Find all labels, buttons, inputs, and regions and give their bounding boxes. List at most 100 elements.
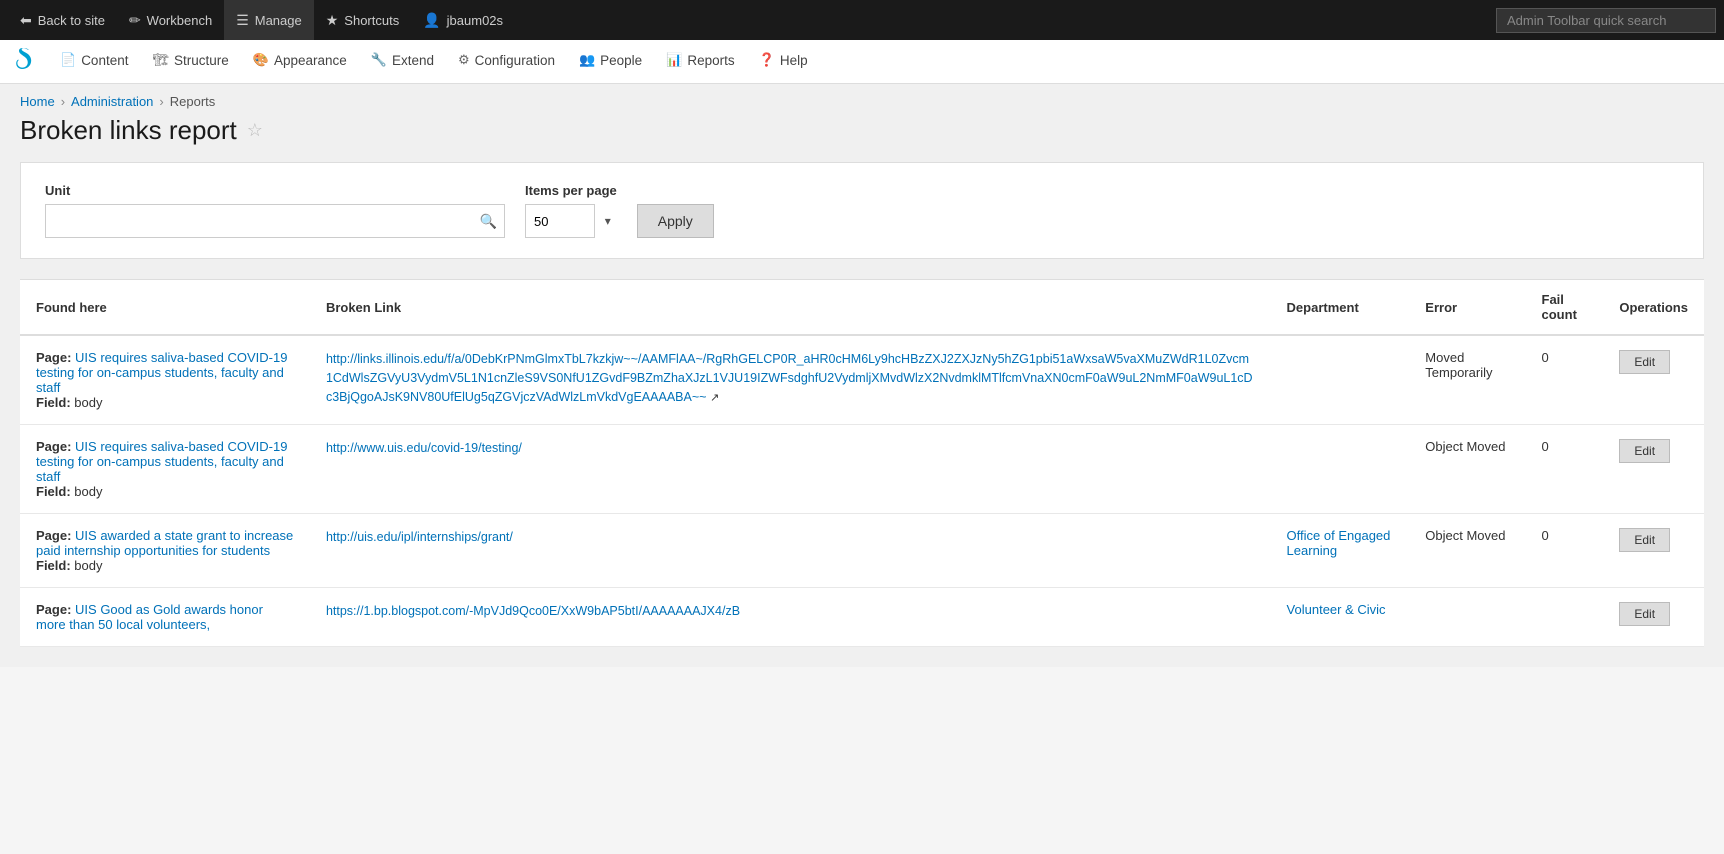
cell-operations: Edit bbox=[1603, 335, 1704, 425]
cell-broken-link: http://links.illinois.edu/f/a/0DebKrPNmG… bbox=[310, 335, 1271, 425]
breadcrumb-reports: Reports bbox=[170, 94, 216, 109]
user-button[interactable]: 👤 jbaum02s bbox=[411, 0, 515, 40]
cell-found-here: Page: UIS awarded a state grant to incre… bbox=[20, 514, 310, 588]
breadcrumb-area: Home › Administration › Reports Broken l… bbox=[0, 84, 1724, 162]
breadcrumb-sep-1: › bbox=[61, 94, 65, 109]
department-link[interactable]: Office of Engaged Learning bbox=[1287, 528, 1391, 558]
cell-fail-count: 0 bbox=[1526, 514, 1604, 588]
cell-found-here: Page: UIS requires saliva-based COVID-19… bbox=[20, 425, 310, 514]
cell-department: Volunteer & Civic bbox=[1271, 588, 1410, 647]
edit-button[interactable]: Edit bbox=[1619, 439, 1670, 463]
found-here-prefix: Page: bbox=[36, 528, 71, 543]
apply-button[interactable]: Apply bbox=[637, 204, 714, 238]
toolbar-search-input[interactable] bbox=[1496, 8, 1716, 33]
col-broken-link: Broken Link bbox=[310, 280, 1271, 336]
nav-item-content[interactable]: 📄 Content bbox=[48, 40, 140, 84]
cell-broken-link: http://www.uis.edu/covid-19/testing/ bbox=[310, 425, 1271, 514]
found-here-field: Field: body bbox=[36, 484, 102, 499]
nav-item-extend[interactable]: 🔧 Extend bbox=[359, 40, 446, 84]
appearance-icon: 🎨 bbox=[253, 52, 269, 68]
structure-icon: 🏗 bbox=[152, 52, 169, 68]
manage-button[interactable]: ☰ Manage bbox=[224, 0, 314, 40]
cell-broken-link: http://uis.edu/ipl/internships/grant/ bbox=[310, 514, 1271, 588]
edit-button[interactable]: Edit bbox=[1619, 602, 1670, 626]
breadcrumb: Home › Administration › Reports bbox=[20, 94, 1704, 109]
nav-item-configuration[interactable]: ⚙ Configuration bbox=[446, 40, 567, 84]
cell-fail-count bbox=[1526, 588, 1604, 647]
cell-operations: Edit bbox=[1603, 588, 1704, 647]
nav-item-appearance[interactable]: 🎨 Appearance bbox=[241, 40, 359, 84]
found-here-field: Field: body bbox=[36, 395, 102, 410]
nav-item-structure[interactable]: 🏗 Structure bbox=[140, 40, 240, 84]
broken-link-url[interactable]: http://www.uis.edu/covid-19/testing/ bbox=[326, 441, 522, 455]
star-icon: ★ bbox=[326, 12, 339, 29]
bookmark-icon[interactable]: ☆ bbox=[247, 120, 263, 141]
breadcrumb-administration[interactable]: Administration bbox=[71, 94, 153, 109]
cell-found-here: Page: UIS Good as Gold awards honor more… bbox=[20, 588, 310, 647]
edit-button[interactable]: Edit bbox=[1619, 350, 1670, 374]
people-icon: 👥 bbox=[579, 52, 595, 68]
items-per-page-select[interactable]: 10 25 50 100 bbox=[525, 204, 595, 238]
found-here-link[interactable]: UIS awarded a state grant to increase pa… bbox=[36, 528, 293, 558]
col-found-here: Found here bbox=[20, 280, 310, 336]
unit-input[interactable] bbox=[45, 204, 505, 238]
items-per-page-label: Items per page bbox=[525, 183, 617, 198]
admin-toolbar: ⬅ Back to site ✏ Workbench ☰ Manage ★ Sh… bbox=[0, 0, 1724, 40]
drupal-nav: 📄 Content 🏗 Structure 🎨 Appearance 🔧 Ext… bbox=[0, 40, 1724, 84]
back-to-site-button[interactable]: ⬅ Back to site bbox=[8, 0, 117, 40]
home-icon: ⬅ bbox=[20, 12, 32, 29]
edit-button[interactable]: Edit bbox=[1619, 528, 1670, 552]
items-per-page-group: Items per page 10 25 50 100 bbox=[525, 183, 617, 238]
cell-operations: Edit bbox=[1603, 425, 1704, 514]
found-here-link[interactable]: UIS requires saliva-based COVID-19 testi… bbox=[36, 350, 287, 395]
unit-input-wrap: 🔍 bbox=[45, 204, 505, 238]
workbench-button[interactable]: ✏ Workbench bbox=[117, 0, 224, 40]
cell-department bbox=[1271, 425, 1410, 514]
broken-link-url[interactable]: http://uis.edu/ipl/internships/grant/ bbox=[326, 530, 513, 544]
cell-error: Moved Temporarily bbox=[1409, 335, 1525, 425]
nav-item-reports[interactable]: 📊 Reports bbox=[654, 40, 746, 84]
found-here-prefix: Page: bbox=[36, 439, 71, 454]
cell-error: Object Moved bbox=[1409, 514, 1525, 588]
broken-link-url[interactable]: https://1.bp.blogspot.com/-MpVJd9Qco0E/X… bbox=[326, 604, 740, 618]
found-here-link[interactable]: UIS Good as Gold awards honor more than … bbox=[36, 602, 263, 632]
breadcrumb-home[interactable]: Home bbox=[20, 94, 55, 109]
col-error: Error bbox=[1409, 280, 1525, 336]
cell-found-here: Page: UIS requires saliva-based COVID-19… bbox=[20, 335, 310, 425]
reports-icon: 📊 bbox=[666, 52, 682, 68]
menu-icon: ☰ bbox=[236, 12, 249, 29]
col-fail-count: Fail count bbox=[1526, 280, 1604, 336]
extend-icon: 🔧 bbox=[371, 52, 387, 68]
shortcuts-button[interactable]: ★ Shortcuts bbox=[314, 0, 411, 40]
external-link-icon: ↗ bbox=[710, 392, 719, 404]
cell-broken-link: https://1.bp.blogspot.com/-MpVJd9Qco0E/X… bbox=[310, 588, 1271, 647]
department-link[interactable]: Volunteer & Civic bbox=[1287, 602, 1386, 617]
table-row: Page: UIS requires saliva-based COVID-19… bbox=[20, 425, 1704, 514]
user-icon: 👤 bbox=[423, 12, 440, 29]
table-header-row: Found here Broken Link Department Error … bbox=[20, 280, 1704, 336]
drupal-logo[interactable] bbox=[8, 44, 44, 80]
filter-box: Unit 🔍 Items per page 10 25 50 100 bbox=[20, 162, 1704, 259]
filter-row: Unit 🔍 Items per page 10 25 50 100 bbox=[45, 183, 1679, 238]
page-title: Broken links report bbox=[20, 115, 237, 146]
breadcrumb-sep-2: › bbox=[159, 94, 163, 109]
col-department: Department bbox=[1271, 280, 1410, 336]
configuration-icon: ⚙ bbox=[458, 52, 470, 68]
table-row: Page: UIS Good as Gold awards honor more… bbox=[20, 588, 1704, 647]
table-row: Page: UIS requires saliva-based COVID-19… bbox=[20, 335, 1704, 425]
found-here-prefix: Page: bbox=[36, 602, 71, 617]
broken-link-url[interactable]: http://links.illinois.edu/f/a/0DebKrPNmG… bbox=[326, 352, 1253, 404]
unit-filter-group: Unit 🔍 bbox=[45, 183, 505, 238]
col-operations: Operations bbox=[1603, 280, 1704, 336]
found-here-field: Field: body bbox=[36, 558, 102, 573]
cell-operations: Edit bbox=[1603, 514, 1704, 588]
content-icon: 📄 bbox=[60, 52, 76, 68]
cell-fail-count: 0 bbox=[1526, 425, 1604, 514]
found-here-link[interactable]: UIS requires saliva-based COVID-19 testi… bbox=[36, 439, 287, 484]
cell-error: Object Moved bbox=[1409, 425, 1525, 514]
cell-department bbox=[1271, 335, 1410, 425]
items-per-page-select-wrap: 10 25 50 100 bbox=[525, 204, 617, 238]
nav-item-people[interactable]: 👥 People bbox=[567, 40, 654, 84]
report-table: Found here Broken Link Department Error … bbox=[20, 279, 1704, 647]
nav-item-help[interactable]: ❓ Help bbox=[747, 40, 820, 84]
